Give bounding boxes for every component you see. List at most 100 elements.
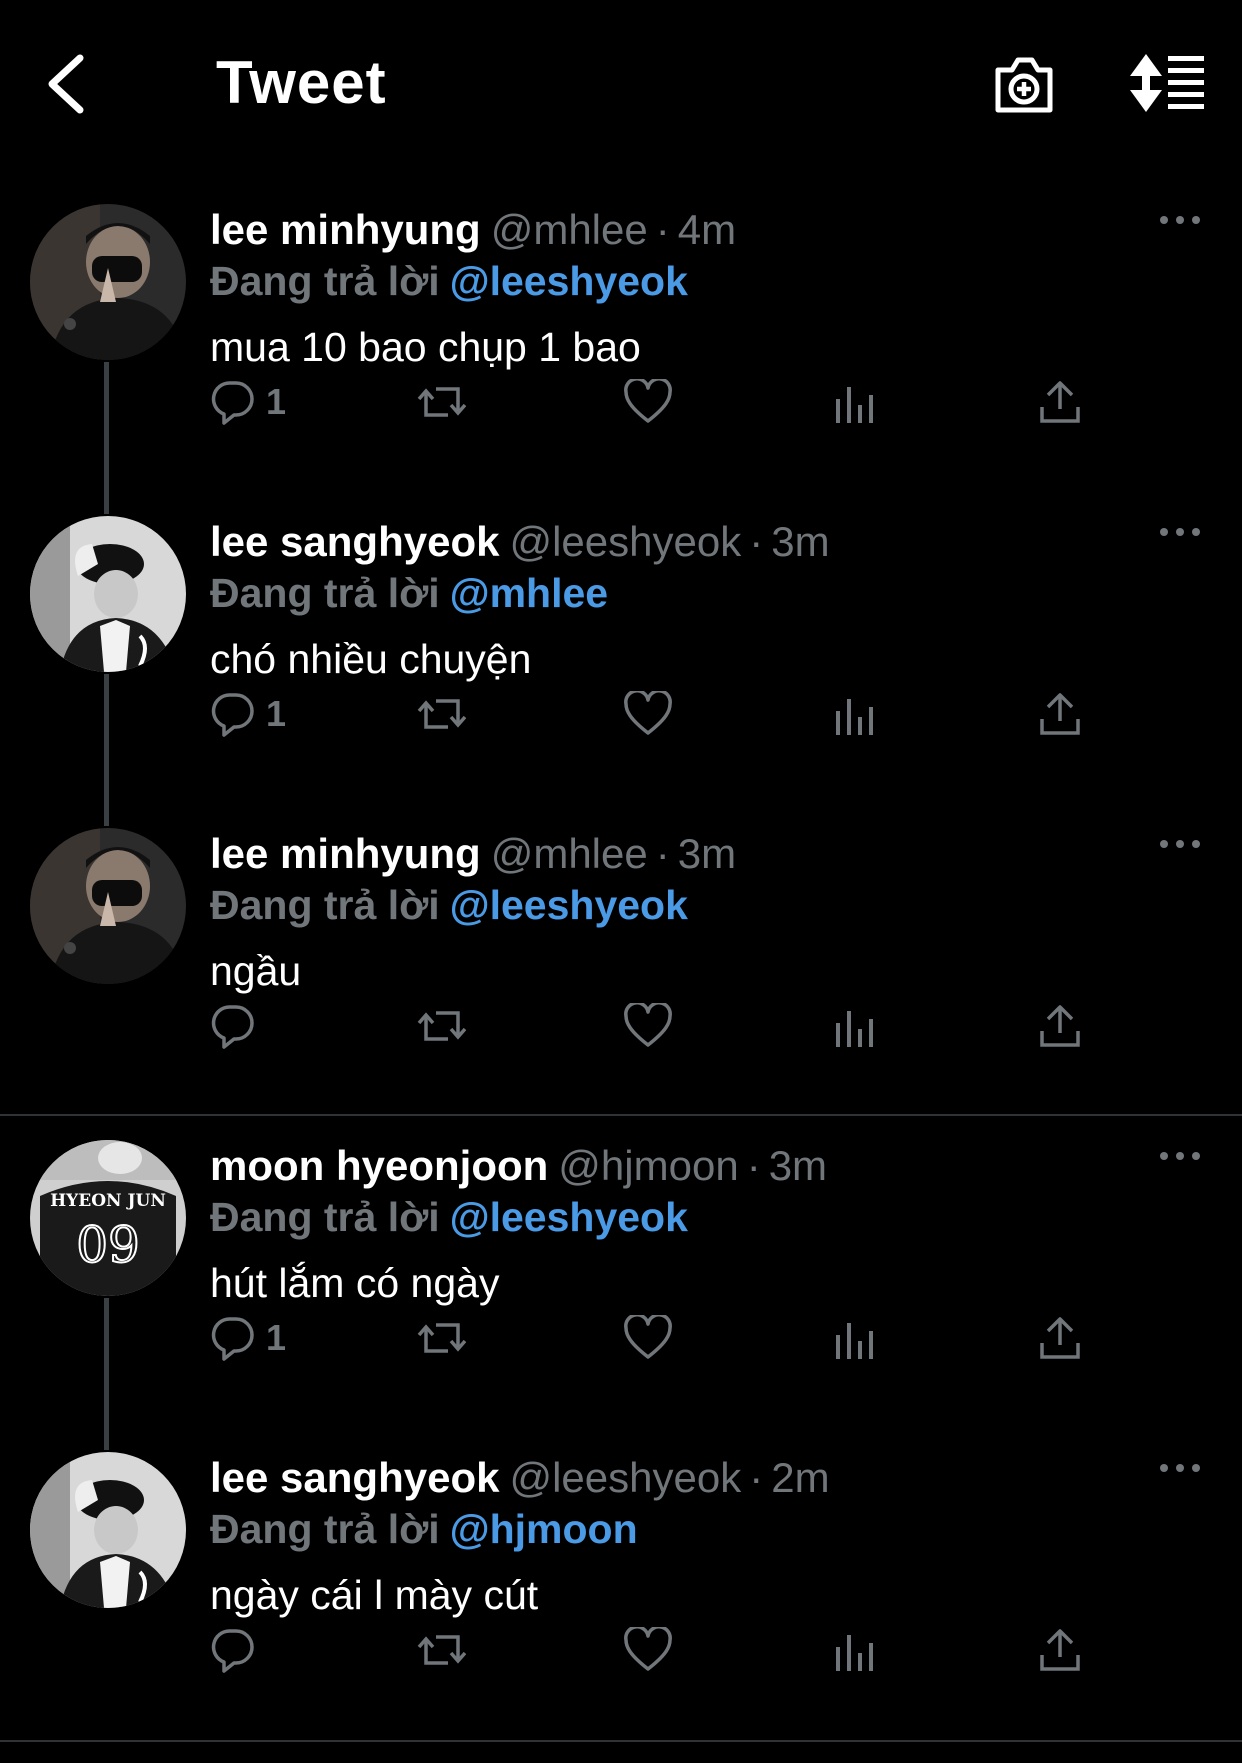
thread-line bbox=[104, 362, 109, 512]
display-name[interactable]: moon hyeonjoon bbox=[210, 1142, 548, 1189]
replying-to: Đang trả lời @leeshyeok bbox=[210, 1194, 688, 1241]
timestamp: 4m bbox=[677, 206, 737, 253]
chevron-left-icon[interactable] bbox=[40, 52, 92, 116]
avatar[interactable] bbox=[30, 204, 186, 360]
camera-add-icon[interactable] bbox=[992, 50, 1056, 116]
tweet-actions: 1 bbox=[210, 372, 1110, 432]
stats-icon bbox=[832, 691, 876, 737]
mention-link[interactable]: @leeshyeok bbox=[450, 882, 688, 928]
thread-line bbox=[104, 674, 109, 824]
sort-replies-icon[interactable] bbox=[1128, 50, 1208, 116]
more-icon[interactable] bbox=[1156, 210, 1204, 230]
display-name[interactable]: lee minhyung bbox=[210, 206, 481, 253]
share-button[interactable] bbox=[1038, 372, 1082, 432]
heart-icon bbox=[624, 1315, 672, 1361]
reply-count: 1 bbox=[266, 693, 287, 734]
avatar[interactable] bbox=[30, 828, 186, 984]
mention-link[interactable]: @hjmoon bbox=[450, 1506, 638, 1552]
tweet-text: hút lắm có ngày bbox=[210, 1260, 500, 1306]
share-button[interactable] bbox=[1038, 1308, 1082, 1368]
more-icon[interactable] bbox=[1156, 1146, 1204, 1166]
user-handle[interactable]: @leeshyeok bbox=[509, 518, 741, 565]
stats-icon bbox=[832, 1315, 876, 1361]
analytics-button[interactable] bbox=[832, 1620, 876, 1680]
user-handle[interactable]: @mhlee bbox=[491, 830, 648, 877]
replying-to: Đang trả lời @hjmoon bbox=[210, 1506, 638, 1553]
timestamp: 2m bbox=[771, 1454, 830, 1501]
share-icon bbox=[1038, 1627, 1082, 1673]
like-button[interactable] bbox=[624, 372, 672, 432]
retweet-button[interactable] bbox=[416, 1620, 468, 1680]
share-button[interactable] bbox=[1038, 684, 1082, 744]
share-button[interactable] bbox=[1038, 996, 1082, 1056]
replying-label: Đang trả lời bbox=[210, 1506, 440, 1552]
retweet-button[interactable] bbox=[416, 372, 468, 432]
more-icon[interactable] bbox=[1156, 522, 1204, 542]
timestamp: 3m bbox=[771, 518, 830, 565]
user-handle[interactable]: @hjmoon bbox=[558, 1142, 738, 1189]
tweet-header: moon hyeonjoon @hjmoon · 3m bbox=[210, 1142, 827, 1190]
reply-button[interactable]: 1 bbox=[210, 684, 286, 744]
svg-text:09: 09 bbox=[76, 1216, 140, 1274]
tweet-header: lee sanghyeok @leeshyeok · 2m bbox=[210, 1454, 830, 1502]
page-title: Tweet bbox=[216, 49, 387, 116]
tweet-actions bbox=[210, 996, 1110, 1056]
replying-to: Đang trả lời @leeshyeok bbox=[210, 258, 688, 305]
reply-icon bbox=[210, 1315, 256, 1361]
tweet-text: chó nhiều chuyện bbox=[210, 636, 532, 682]
mention-link[interactable]: @leeshyeok bbox=[450, 1194, 688, 1240]
stats-icon bbox=[832, 1003, 876, 1049]
user-handle[interactable]: @leeshyeok bbox=[509, 1454, 741, 1501]
user-handle[interactable]: @mhlee bbox=[491, 206, 648, 253]
analytics-button[interactable] bbox=[832, 372, 876, 432]
replying-label: Đang trả lời bbox=[210, 570, 440, 616]
more-icon[interactable] bbox=[1156, 834, 1204, 854]
separator-dot: · bbox=[655, 206, 670, 253]
display-name[interactable]: lee sanghyeok bbox=[210, 1454, 499, 1501]
reply-tweet[interactable]: lee sanghyeok @leeshyeok · 2m Đang trả lời @… bbox=[0, 1428, 1242, 1742]
avatar[interactable]: HYEON JUN 09 bbox=[30, 1140, 186, 1296]
retweet-button[interactable] bbox=[416, 1308, 468, 1368]
tweet-header: lee minhyung @mhlee · 3m bbox=[210, 830, 736, 878]
reply-button[interactable]: 1 bbox=[210, 1308, 286, 1368]
separator-dot: · bbox=[655, 830, 670, 877]
reply-tweet[interactable]: lee sanghyeok @leeshyeok · 3m Đang trả lời @… bbox=[0, 492, 1242, 824]
retweet-icon bbox=[416, 379, 468, 425]
like-button[interactable] bbox=[624, 996, 672, 1056]
analytics-button[interactable] bbox=[832, 684, 876, 744]
heart-icon bbox=[624, 691, 672, 737]
reply-button[interactable] bbox=[210, 996, 266, 1056]
retweet-button[interactable] bbox=[416, 996, 468, 1056]
heart-icon bbox=[624, 1627, 672, 1673]
replying-to: Đang trả lời @mhlee bbox=[210, 570, 608, 617]
thread-line bbox=[104, 1428, 109, 1450]
reply-icon bbox=[210, 379, 256, 425]
retweet-button[interactable] bbox=[416, 684, 468, 744]
reply-button[interactable] bbox=[210, 1620, 266, 1680]
like-button[interactable] bbox=[624, 1620, 672, 1680]
like-button[interactable] bbox=[624, 1308, 672, 1368]
reply-icon bbox=[210, 1627, 256, 1673]
thread-divider bbox=[0, 1740, 1242, 1742]
mention-link[interactable]: @mhlee bbox=[450, 570, 608, 616]
thread-line bbox=[104, 492, 109, 514]
analytics-button[interactable] bbox=[832, 1308, 876, 1368]
timestamp: 3m bbox=[768, 1142, 828, 1189]
reply-button[interactable]: 1 bbox=[210, 372, 286, 432]
mention-link[interactable]: @leeshyeok bbox=[450, 258, 688, 304]
reply-tweet[interactable]: lee minhyung @mhlee · 4m Đang trả lời @leesh… bbox=[0, 182, 1242, 512]
top-bar: Tweet bbox=[0, 0, 1242, 170]
analytics-button[interactable] bbox=[832, 996, 876, 1056]
display-name[interactable]: lee sanghyeok bbox=[210, 518, 499, 565]
retweet-icon bbox=[416, 691, 468, 737]
reply-count: 1 bbox=[266, 1317, 287, 1358]
avatar[interactable] bbox=[30, 516, 186, 672]
avatar[interactable] bbox=[30, 1452, 186, 1608]
reply-tweet[interactable]: HYEON JUN 09 moon hyeonjoon @hjmoon · 3m Đa… bbox=[0, 1118, 1242, 1448]
more-icon[interactable] bbox=[1156, 1458, 1204, 1478]
display-name[interactable]: lee minhyung bbox=[210, 830, 481, 877]
share-button[interactable] bbox=[1038, 1620, 1082, 1680]
like-button[interactable] bbox=[624, 684, 672, 744]
replying-to: Đang trả lời @leeshyeok bbox=[210, 882, 688, 929]
reply-tweet[interactable]: lee minhyung @mhlee · 3m Đang trả lời @leesh… bbox=[0, 804, 1242, 1118]
